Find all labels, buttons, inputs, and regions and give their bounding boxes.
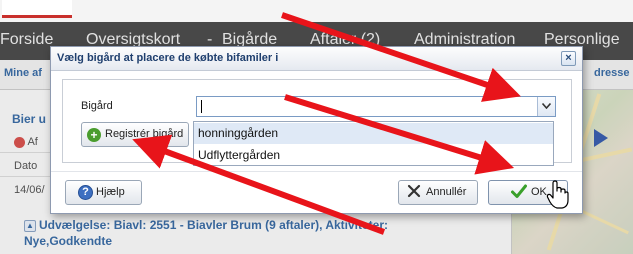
close-icon[interactable]: × [561,51,576,66]
cancel-button[interactable]: Annullér [398,180,478,205]
apiary-dropdown-list[interactable]: honninggården Udflyttergården [193,121,554,166]
help-icon: ? [78,185,93,200]
dialog-divider [51,171,582,172]
app-logo [2,0,72,18]
text-caret [201,100,202,113]
help-button[interactable]: ? Hjælp [65,180,142,205]
register-apiary-button[interactable]: + Registrér bigård [81,122,189,147]
cancel-button-label: Annullér [426,186,467,198]
chevron-down-icon[interactable] [537,97,555,116]
apiary-select-input[interactable] [196,96,556,117]
dropdown-option[interactable]: Udflyttergården [194,145,553,166]
dropdown-option[interactable]: honninggården [194,123,553,144]
plus-circle-icon: + [87,128,101,142]
ok-button-label: OK [531,186,547,198]
help-button-label: Hjælp [96,186,125,198]
dialog-title: Vælg bigård at placere de købte bifamile… [57,52,279,64]
checkmark-icon [511,184,527,208]
dialog-titlebar: Vælg bigård at placere de købte bifamile… [51,47,582,71]
cancel-x-icon [407,184,421,207]
apiary-field-label: Bigård [81,100,113,112]
register-apiary-label: Registrér bigård [105,128,184,140]
hand-cursor-icon [546,180,569,209]
top-strip [0,0,633,22]
